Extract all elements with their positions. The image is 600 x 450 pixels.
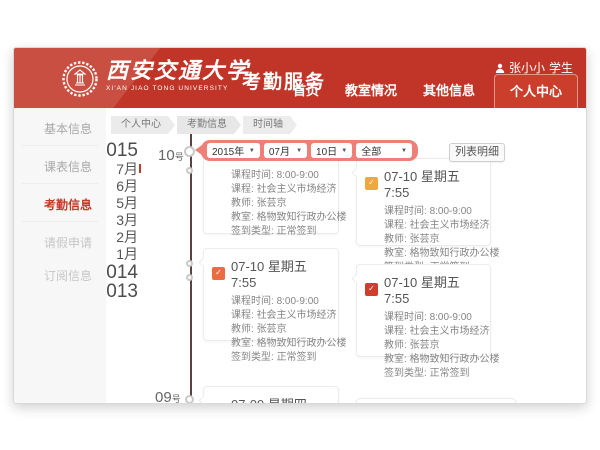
card-header: ✓ 07-10 星期五 7:55 xyxy=(204,249,338,292)
card-field: 教室: 格物致知行政办公楼 xyxy=(357,353,490,367)
month-select[interactable]: 07月 ▼ xyxy=(264,143,307,158)
sidebar-divider xyxy=(22,183,98,184)
card-header: ✓ 07-10 星期五 7:55 xyxy=(357,265,490,308)
card-field: 课程时间: 8:00-9:00 xyxy=(204,169,338,183)
day-select[interactable]: 10日 ▼ xyxy=(311,143,352,158)
chevron-down-icon: ▼ xyxy=(249,148,255,154)
chevron-down-icon: ▼ xyxy=(296,148,302,154)
sidebar: 基本信息 课表信息 考勤信息 请假申请 订阅信息 xyxy=(14,108,106,403)
nav-tab-personal-center[interactable]: 个人中心 xyxy=(494,74,578,108)
attendance-status-icon: ✓ xyxy=(365,177,378,190)
timeline-node[interactable] xyxy=(186,260,193,267)
sidebar-item-timetable-info[interactable]: 课表信息 xyxy=(14,154,106,179)
user-icon xyxy=(495,63,505,73)
nav-item-home[interactable]: 首页 xyxy=(280,80,332,108)
breadcrumb-timeline[interactable]: 时间轴 xyxy=(243,116,297,134)
timeline-node[interactable] xyxy=(185,395,194,404)
card-header: ✓ 07-09 星期四 7:55 xyxy=(204,387,338,404)
card-field: 教室: 格物致知行政办公楼 xyxy=(204,211,338,225)
university-logo-icon xyxy=(62,61,98,97)
sidebar-item-attendance-info[interactable]: 考勤信息 xyxy=(14,192,106,217)
list-detail-button[interactable]: 列表明细 xyxy=(449,143,505,162)
type-select[interactable]: 全部 ▼ xyxy=(356,143,412,158)
university-name-cn: 西安交通大学 xyxy=(106,58,250,84)
card-date: 07-10 星期五 7:55 xyxy=(384,166,482,200)
attendance-card[interactable]: ✓ 07-10 星期五 7:55 课程时间: 8:00-9:00 课程: 社会主… xyxy=(203,248,339,341)
breadcrumb-personal-center[interactable]: 个人中心 xyxy=(111,116,175,134)
day-label-10: 10号 xyxy=(158,147,184,164)
card-field: 教师: 张芸京 xyxy=(204,197,338,211)
card-field: 教师: 张芸京 xyxy=(357,339,490,353)
card-date: 07-10 星期五 7:55 xyxy=(384,272,482,306)
chevron-down-icon: ▼ xyxy=(341,148,347,154)
sidebar-item-leave-request[interactable]: 请假申请 xyxy=(14,230,106,255)
card-field: 课程: 社会主义市场经济 xyxy=(357,219,490,233)
day-label-09: 09号 xyxy=(155,389,181,404)
card-field: 课程: 社会主义市场经济 xyxy=(357,325,490,339)
timeline-axis xyxy=(190,134,192,403)
attendance-card[interactable]: ✓ 07-09 星期四 7:55 xyxy=(203,386,339,404)
attendance-status-icon: ✓ xyxy=(212,267,225,280)
card-field: 签到类型: 正常签到 xyxy=(204,351,338,365)
card-field: 课程时间: 8:00-9:00 xyxy=(357,311,490,325)
card-field: 教师: 张芸京 xyxy=(357,233,490,247)
timeline-node[interactable] xyxy=(186,274,193,281)
current-month-marker xyxy=(139,164,141,173)
card-field: 教室: 格物致知行政办公楼 xyxy=(204,337,338,351)
card-field: 课程时间: 8:00-9:00 xyxy=(204,295,338,309)
card-field: 签到类型: 正常签到 xyxy=(357,367,490,381)
card-field: 教师: 张芸京 xyxy=(204,323,338,337)
nav-item-classrooms[interactable]: 教室情况 xyxy=(332,80,410,108)
attendance-card[interactable]: ✓ 07-10 星期五 7:55 课程时间: 8:00-9:00 课程: 社会主… xyxy=(356,158,491,246)
sidebar-item-subscription-info[interactable]: 订阅信息 xyxy=(14,263,106,288)
attendance-card[interactable]: ✓ 07-10 星期五 7:55 课程时间: 8:00-9:00 课程: 社会主… xyxy=(356,264,491,357)
screenshot-canvas: 西安交通大学 XI'AN JIAO TONG UNIVERSITY 考勤服务 张… xyxy=(0,0,600,450)
card-field: 签到类型: 正常签到 xyxy=(204,225,338,239)
app-header: 西安交通大学 XI'AN JIAO TONG UNIVERSITY 考勤服务 张… xyxy=(14,48,586,108)
sidebar-divider xyxy=(22,221,98,222)
card-field: 教室: 格物致知行政办公楼 xyxy=(357,247,490,261)
app-window: 西安交通大学 XI'AN JIAO TONG UNIVERSITY 考勤服务 张… xyxy=(13,47,587,404)
card-date: 07-09 星期四 7:55 xyxy=(231,394,330,404)
attendance-status-icon: ✓ xyxy=(365,283,378,296)
filter-bar: 2015年 ▼ 07月 ▼ 10日 ▼ 全部 ▼ xyxy=(201,140,418,161)
timeline-node[interactable] xyxy=(186,167,193,174)
card-field: 课程时间: 8:00-9:00 xyxy=(357,205,490,219)
main-nav: 首页 教室情况 其他信息 个人中心 xyxy=(280,74,578,108)
sidebar-divider xyxy=(22,145,98,146)
timeline-node[interactable] xyxy=(184,146,195,157)
card-header: ✓ 07-10 星期五 7:55 xyxy=(357,159,490,202)
nav-item-other-info[interactable]: 其他信息 xyxy=(410,80,488,108)
card-field: 课程: 社会主义市场经济 xyxy=(204,183,338,197)
breadcrumb-attendance-info[interactable]: 考勤信息 xyxy=(177,116,241,134)
breadcrumb: 个人中心 考勤信息 时间轴 xyxy=(111,116,297,134)
year-select[interactable]: 2015年 ▼ xyxy=(207,143,260,158)
sidebar-item-basic-info[interactable]: 基本信息 xyxy=(14,116,106,141)
university-name-en: XI'AN JIAO TONG UNIVERSITY xyxy=(106,85,250,92)
card-field: 课程: 社会主义市场经济 xyxy=(204,309,338,323)
card-date: 07-10 星期五 7:55 xyxy=(231,256,330,290)
chevron-down-icon: ▼ xyxy=(401,148,407,154)
attendance-card-partial[interactable] xyxy=(356,398,516,404)
university-name-block: 西安交通大学 XI'AN JIAO TONG UNIVERSITY xyxy=(106,58,250,92)
